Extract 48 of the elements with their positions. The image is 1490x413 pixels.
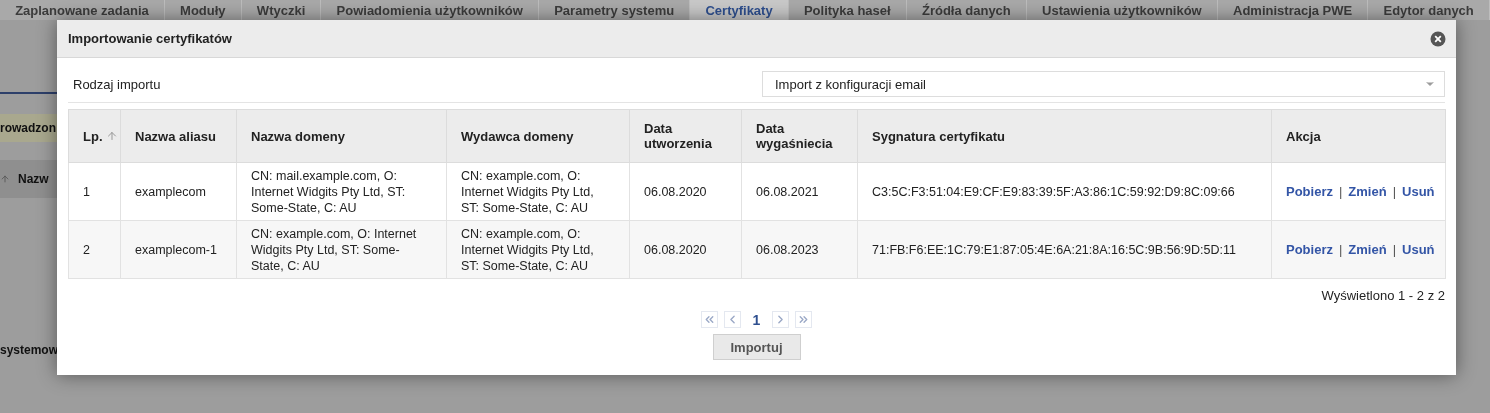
dialog-title: Importowanie certyfikatów: [68, 31, 232, 46]
separator: |: [1338, 183, 1343, 200]
table-cell: examplecom: [120, 162, 237, 221]
action-link[interactable]: Usuń: [1402, 183, 1435, 200]
column-header: Nazw: [18, 172, 49, 186]
table-cell: 71:FB:F6:EE:1C:79:E1:87:05:4E:6A:21:8A:16:5C:9B:56:9D:5D:11: [857, 220, 1272, 279]
tab[interactable]: Certyfikaty: [690, 0, 789, 20]
column-header[interactable]: Lp.: [68, 109, 121, 163]
column-header[interactable]: Nazwa domeny: [236, 109, 447, 163]
close-icon[interactable]: [1430, 30, 1446, 47]
next-page-button[interactable]: [772, 311, 790, 328]
column-header[interactable]: Data utworzenia: [629, 109, 742, 163]
action-link[interactable]: Usuń: [1402, 241, 1435, 258]
column-header[interactable]: Wydawca domeny: [446, 109, 630, 163]
banner-text: rowadzon: [0, 121, 56, 135]
column-header[interactable]: Akcja: [1271, 109, 1446, 163]
section-text: systemow: [0, 343, 59, 357]
import-button[interactable]: Importuj: [712, 334, 801, 360]
page-number[interactable]: 1: [746, 311, 767, 328]
table-cell: CN: example.com, O: Internet Widgits Pty Ltd, ST: Some-State, C: AU: [446, 220, 630, 279]
table-cell: CN: mail.example.com, O: Internet Widgits Pty Ltd, ST: Some-State, C: AU: [236, 162, 447, 221]
previous-page-button[interactable]: [723, 311, 741, 328]
table-cell: examplecom-1: [120, 220, 237, 279]
table-cell: CN: example.com, O: Internet Widgits Pty Ltd, ST: Some-State, C: AU: [446, 162, 630, 221]
table-cell: 06.08.2021: [741, 162, 858, 221]
table-cell: 06.08.2020: [629, 162, 742, 221]
action-link[interactable]: Pobierz: [1286, 241, 1333, 258]
first-page-button[interactable]: [700, 311, 718, 328]
table-cell: CN: example.com, O: Internet Widgits Pty Ltd, ST: Some-State, C: AU: [236, 220, 447, 279]
column-header[interactable]: Sygnatura certyfikatu: [857, 109, 1272, 163]
action-link[interactable]: Pobierz: [1286, 183, 1333, 200]
table-cell: 2: [68, 220, 121, 279]
column-header[interactable]: Nazwa aliasu: [120, 109, 237, 163]
separator: |: [1392, 183, 1397, 200]
separator: |: [1338, 241, 1343, 258]
import-type-select[interactable]: Import z konfiguracji email: [762, 71, 1445, 97]
action-link[interactable]: Zmień: [1348, 183, 1387, 200]
field-label: Rodzaj importu: [72, 76, 161, 92]
separator: |: [1392, 241, 1397, 258]
table-cell: C3:5C:F3:51:04:E9:CF:E9:83:39:5F:A3:86:1C:59:92:D9:8C:09:66: [857, 162, 1272, 221]
column-header[interactable]: Data wygaśniecia: [741, 109, 858, 163]
last-page-button[interactable]: [795, 311, 813, 328]
table-cell: 06.08.2020: [629, 220, 742, 279]
table-cell: 1: [68, 162, 121, 221]
results-summary: Wyświetlono 1 - 2 z 2: [1321, 288, 1445, 303]
sort-arrow-icon: [0, 174, 10, 184]
action-link[interactable]: Zmień: [1348, 241, 1387, 258]
table-cell: 06.08.2023: [741, 220, 858, 279]
